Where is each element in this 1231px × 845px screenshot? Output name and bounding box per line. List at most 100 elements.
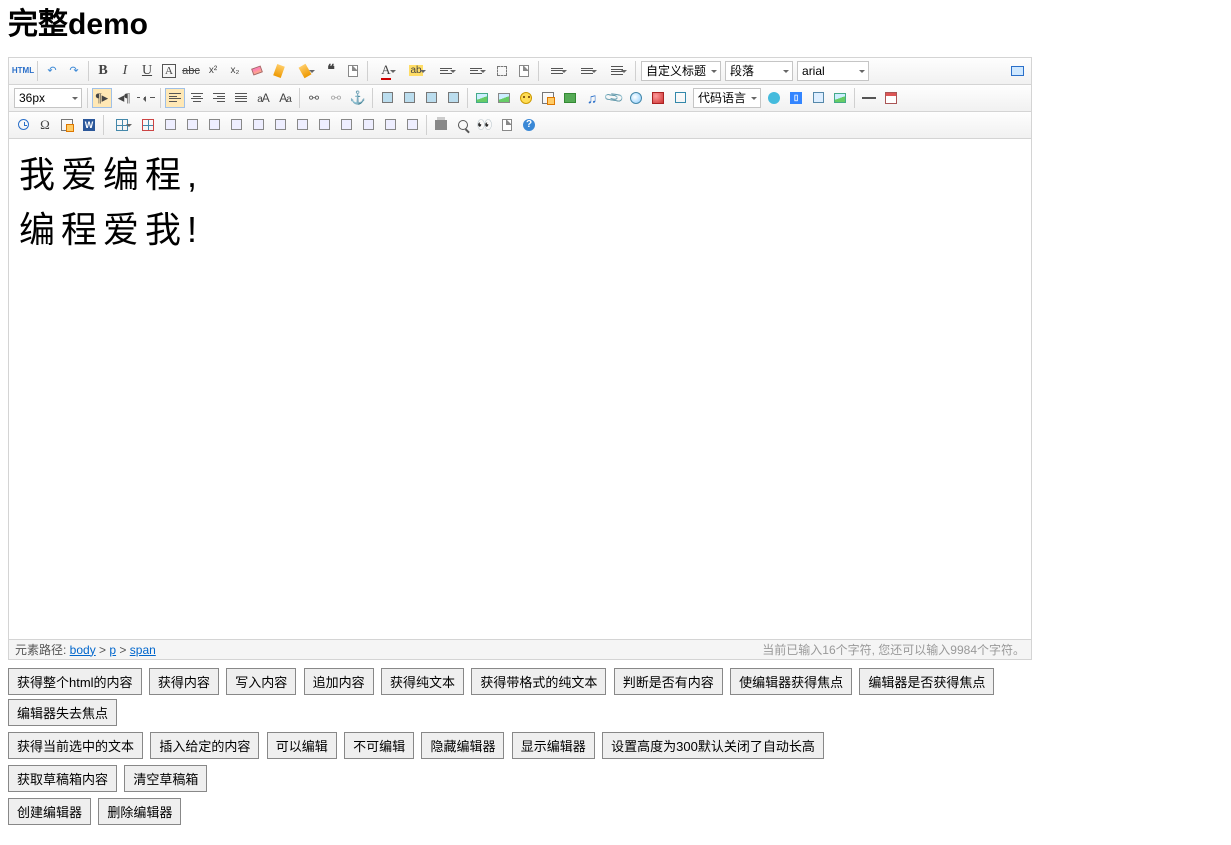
insertvideo-button[interactable] — [560, 88, 580, 108]
editor-content-area[interactable]: 我爱编程, 编程爱我! — [9, 139, 1031, 639]
imageleft-button[interactable] — [399, 88, 419, 108]
insertunorderedlist-button[interactable] — [462, 61, 490, 81]
italic-button[interactable]: I — [115, 61, 135, 81]
deletetable-button[interactable] — [138, 115, 158, 135]
show-editor-button[interactable]: 显示编辑器 — [512, 732, 595, 759]
deleterow-button[interactable] — [204, 115, 224, 135]
anchor-button[interactable]: ⚓ — [348, 88, 368, 108]
fontfamily-select[interactable]: arial — [797, 61, 869, 81]
clear-local-data-button[interactable]: 清空草稿箱 — [124, 765, 207, 792]
forecolor-button[interactable]: A — [372, 61, 400, 81]
blockquote-button[interactable]: ❝ — [321, 61, 341, 81]
insertrow-button[interactable] — [182, 115, 202, 135]
hide-editor-button[interactable]: 隐藏编辑器 — [421, 732, 504, 759]
delete-editor-button[interactable]: 删除编辑器 — [98, 798, 181, 825]
redo-button[interactable]: ↷ — [64, 61, 84, 81]
scrawl-button[interactable] — [538, 88, 558, 108]
set-height-button[interactable]: 设置高度为300默认关闭了自动长高 — [602, 732, 824, 759]
mergecells-button[interactable] — [270, 115, 290, 135]
link-button[interactable]: ⚯ — [304, 88, 324, 108]
gmap-button[interactable] — [648, 88, 668, 108]
template-button[interactable] — [808, 88, 828, 108]
create-editor-button[interactable]: 创建编辑器 — [8, 798, 91, 825]
blur-editor-button[interactable]: 编辑器失去焦点 — [8, 699, 117, 726]
pagebreak-button[interactable]: ▯ — [786, 88, 806, 108]
background-button[interactable] — [830, 88, 850, 108]
path-body-link[interactable]: body — [70, 643, 96, 657]
set-content-button[interactable]: 写入内容 — [226, 668, 296, 695]
justifyleft-button[interactable] — [165, 88, 185, 108]
date-button[interactable] — [881, 88, 901, 108]
fullscreen-button[interactable] — [1007, 61, 1027, 81]
removeformat-button[interactable] — [247, 61, 267, 81]
get-content-button[interactable]: 获得内容 — [149, 668, 219, 695]
directionalityltr-button[interactable]: ¶▸ — [92, 88, 112, 108]
paragraph-select[interactable]: 段落 — [725, 61, 793, 81]
lineheight-button[interactable] — [603, 61, 631, 81]
underline-button[interactable]: U — [137, 61, 157, 81]
directionalityrtl-button[interactable]: ◂¶ — [114, 88, 134, 108]
splittocells-button[interactable] — [336, 115, 356, 135]
pasteplain-button[interactable] — [343, 61, 363, 81]
deletecol-button[interactable] — [248, 115, 268, 135]
simpleupload-button[interactable] — [472, 88, 492, 108]
time-button[interactable] — [13, 115, 33, 135]
path-span-link[interactable]: span — [130, 643, 156, 657]
splittocols-button[interactable] — [380, 115, 400, 135]
drafts-button[interactable] — [497, 115, 517, 135]
wordimage-button[interactable]: W — [79, 115, 99, 135]
subscript-button[interactable]: x₂ — [225, 61, 245, 81]
justifyjustify-button[interactable] — [231, 88, 251, 108]
emotion-button[interactable] — [516, 88, 536, 108]
mergeright-button[interactable] — [292, 115, 312, 135]
is-focused-button[interactable]: 编辑器是否获得焦点 — [859, 668, 994, 695]
mergedown-button[interactable] — [314, 115, 334, 135]
insertcode-select[interactable]: 代码语言 — [693, 88, 761, 108]
focus-editor-button[interactable]: 使编辑器获得焦点 — [730, 668, 852, 695]
fontsize-select[interactable]: 36px — [14, 88, 82, 108]
append-content-button[interactable]: 追加内容 — [304, 668, 374, 695]
get-selected-text-button[interactable]: 获得当前选中的文本 — [8, 732, 143, 759]
insert-html-button[interactable]: 插入给定的内容 — [150, 732, 259, 759]
autotypeset-button[interactable] — [291, 61, 319, 81]
bold-button[interactable]: B — [93, 61, 113, 81]
tolowercase-button[interactable]: Aa — [275, 88, 295, 108]
insertorderedlist-button[interactable] — [432, 61, 460, 81]
spechars-button[interactable]: Ω — [35, 115, 55, 135]
splittorows-button[interactable] — [358, 115, 378, 135]
get-all-html-button[interactable]: 获得整个html的内容 — [8, 668, 142, 695]
rowspacingtop-button[interactable] — [543, 61, 571, 81]
imageright-button[interactable] — [421, 88, 441, 108]
undo-button[interactable]: ↶ — [42, 61, 62, 81]
set-disabled-button[interactable]: 不可编辑 — [344, 732, 414, 759]
map-button[interactable] — [626, 88, 646, 108]
superscript-button[interactable]: x² — [203, 61, 223, 81]
rowspacingbottom-button[interactable] — [573, 61, 601, 81]
get-formatted-text-button[interactable]: 获得带格式的纯文本 — [471, 668, 606, 695]
snapscreen-button[interactable] — [57, 115, 77, 135]
help-button[interactable]: ? — [519, 115, 539, 135]
imagecenter-button[interactable] — [443, 88, 463, 108]
insertimage-button[interactable] — [494, 88, 514, 108]
get-plaintext-button[interactable]: 获得纯文本 — [381, 668, 464, 695]
imagenone-button[interactable] — [377, 88, 397, 108]
customstyle-select[interactable]: 自定义标题 — [641, 61, 721, 81]
touppercase-button[interactable]: aA — [253, 88, 273, 108]
searchreplace-button[interactable]: 👀 — [475, 115, 495, 135]
source-button[interactable]: HTML — [13, 61, 33, 81]
print-button[interactable] — [431, 115, 451, 135]
strikethrough-button[interactable]: abc — [181, 61, 201, 81]
justifycenter-button[interactable] — [187, 88, 207, 108]
insertcol-button[interactable] — [226, 115, 246, 135]
horizontal-button[interactable] — [859, 88, 879, 108]
has-content-button[interactable]: 判断是否有内容 — [614, 668, 723, 695]
insertframe-button[interactable] — [670, 88, 690, 108]
cleardoc-button[interactable] — [514, 61, 534, 81]
preview-button[interactable] — [453, 115, 473, 135]
justifyright-button[interactable] — [209, 88, 229, 108]
charts-button[interactable] — [402, 115, 422, 135]
fontborder-button[interactable]: A — [159, 61, 179, 81]
get-local-data-button[interactable]: 获取草稿箱内容 — [8, 765, 117, 792]
attachment-button[interactable]: 📎 — [604, 88, 624, 108]
selectall-button[interactable] — [492, 61, 512, 81]
